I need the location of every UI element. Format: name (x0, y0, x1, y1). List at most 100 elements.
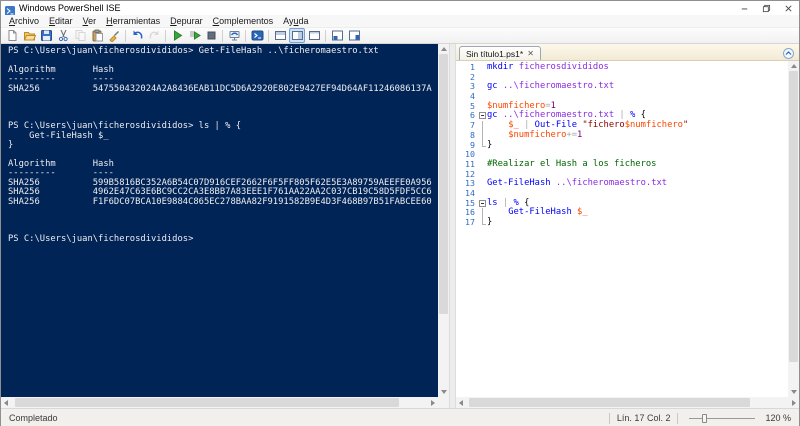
menu-item-herramientas[interactable]: Herramientas (101, 15, 165, 28)
toolbar-separator (165, 29, 166, 42)
close-button[interactable] (777, 1, 799, 15)
console-output[interactable]: PS C:\Users\juan\ficherosdivididos> Get-… (1, 44, 438, 245)
status-text: Completado (9, 413, 58, 423)
new-remote-powershell-tab-icon[interactable] (226, 28, 242, 43)
scroll-up-icon[interactable] (788, 61, 799, 71)
tab-label: Sin título1.ps1* (466, 48, 524, 59)
toolbar (1, 28, 799, 44)
editor-line[interactable]: 17} (456, 217, 788, 228)
run-selection-icon[interactable] (186, 28, 202, 43)
scroll-down-icon[interactable] (788, 387, 799, 397)
minimize-button[interactable] (733, 1, 755, 15)
code-text: $numfichero+=1 (508, 129, 583, 140)
scroll-right-icon[interactable] (789, 397, 799, 408)
console-horizontal-scrollbar[interactable] (1, 397, 438, 408)
run-script-icon[interactable] (169, 28, 185, 43)
scroll-left-icon[interactable] (456, 397, 466, 408)
collapse-script-pane-icon[interactable] (783, 46, 794, 59)
open-script-icon[interactable] (21, 28, 37, 43)
script-code-area[interactable]: 1 mkdir ficherosdivididos 2 3 gc ..\ficherom… (456, 61, 788, 397)
script-pane-right-icon[interactable] (289, 28, 305, 43)
editor-line[interactable]: 9} (456, 139, 788, 151)
console-vertical-scrollbar[interactable] (438, 44, 449, 397)
cut-icon[interactable] (55, 28, 71, 43)
code-text: #Realizar el Hash a los ficheros (487, 158, 657, 169)
save-icon[interactable] (38, 28, 54, 43)
powershell-ise-app-icon (5, 3, 15, 16)
fold-collapse-icon[interactable] (478, 199, 487, 209)
copy-icon[interactable] (72, 28, 88, 43)
scroll-down-icon[interactable] (438, 387, 449, 397)
start-powershell-icon[interactable] (249, 28, 265, 43)
new-script-icon[interactable] (4, 28, 20, 43)
fold-margin (478, 170, 487, 180)
script-pane-top-icon[interactable] (272, 28, 288, 43)
scroll-right-icon[interactable] (428, 397, 438, 408)
fold-margin (478, 208, 487, 218)
editor-line[interactable]: 11 #Realizar el Hash a los ficheros (456, 158, 788, 170)
toolbar-separator (268, 29, 269, 42)
menu-item-editar[interactable]: Editar (44, 15, 78, 28)
zoom-slider-thumb[interactable] (702, 413, 708, 423)
editor-tab-bar: Sin título1.ps1* ✕ (456, 44, 799, 61)
console-pane[interactable]: PS C:\Users\juan\ficherosdivididos> Get-… (1, 44, 438, 397)
editor-horizontal-scrollbar[interactable] (456, 397, 799, 408)
code-text: Get-FileHash ..\ficheromaestro.txt (487, 178, 668, 189)
scroll-left-icon[interactable] (1, 397, 11, 408)
editor-line[interactable]: 16 Get-FileHash $_ (456, 207, 788, 218)
menu-item-ver[interactable]: Ver (78, 15, 102, 28)
main-area: PS C:\Users\juan\ficherosdivididos> Get-… (1, 44, 799, 397)
menu-item-complementos[interactable]: Complementos (208, 15, 279, 28)
fold-margin (478, 121, 487, 131)
toolbar-separator (245, 29, 246, 42)
zoom-slider[interactable] (689, 413, 756, 424)
editor-line[interactable]: 8 $numfichero+=1 (456, 129, 788, 141)
fold-margin (478, 130, 487, 141)
code-text: } (487, 217, 493, 227)
fold-margin (478, 218, 487, 228)
code-text: gc ..\ficheromaestro.txt (487, 81, 615, 92)
menu-item-ayuda[interactable]: Ayuda (278, 15, 313, 28)
scroll-up-icon[interactable] (438, 44, 449, 54)
code-text: } (487, 139, 493, 150)
fold-margin (478, 92, 487, 102)
status-bar: Completado Lín. 17 Col. 2 120 % (1, 408, 799, 426)
fold-margin (478, 160, 487, 170)
stop-icon[interactable] (203, 28, 219, 43)
restore-button[interactable] (755, 1, 777, 15)
line-col-indicator: Lín. 17 Col. 2 (616, 413, 671, 423)
fold-margin (478, 63, 487, 73)
menu-item-archivo[interactable]: Archivo (4, 15, 44, 28)
show-command-addon-icon[interactable] (329, 28, 345, 43)
window-title: Windows PowerShell ISE (19, 3, 121, 13)
new-powershell-tab-icon[interactable] (346, 28, 362, 43)
editor-line[interactable]: 1 mkdir ficherosdivididos (456, 62, 788, 73)
code-text: mkdir ficherosdivididos (487, 62, 609, 72)
script-pane-maximized-icon[interactable] (306, 28, 322, 43)
pane-splitter[interactable] (449, 44, 456, 397)
tab-sin-titulo1[interactable]: Sin título1.ps1* ✕ (459, 46, 541, 60)
editor-line[interactable]: 3 gc ..\ficheromaestro.txt (456, 82, 788, 92)
line-number: 17 (465, 217, 475, 227)
editor-vertical-scrollbar[interactable] (788, 61, 799, 397)
powershell-ise-window: Windows PowerShell ISE Archivo Editar Ver H… (0, 0, 800, 426)
editor-body: 1 mkdir ficherosdivididos 2 3 gc ..\ficherom… (456, 61, 799, 397)
paste-icon[interactable] (89, 28, 105, 43)
fold-collapse-icon[interactable] (478, 111, 487, 121)
toolbar-separator (125, 29, 126, 42)
toolbar-separator (222, 29, 223, 42)
fold-margin (478, 82, 487, 92)
horizontal-scrollbar-row (1, 397, 799, 408)
toolbar-separator (325, 29, 326, 42)
code-text: Get-FileHash $_ (508, 207, 588, 218)
script-editor-pane: Sin título1.ps1* ✕ 1 mkdir ficherosdividi… (456, 44, 799, 397)
editor-line[interactable]: 13 Get-FileHash ..\ficheromaestro.txt (456, 178, 788, 189)
fold-margin (478, 73, 487, 83)
tab-close-icon[interactable]: ✕ (527, 49, 534, 58)
fold-margin (478, 179, 487, 189)
clear-console-icon[interactable] (106, 28, 122, 43)
redo-icon[interactable] (146, 28, 162, 43)
menu-item-depurar[interactable]: Depurar (165, 15, 208, 28)
undo-icon[interactable] (129, 28, 145, 43)
